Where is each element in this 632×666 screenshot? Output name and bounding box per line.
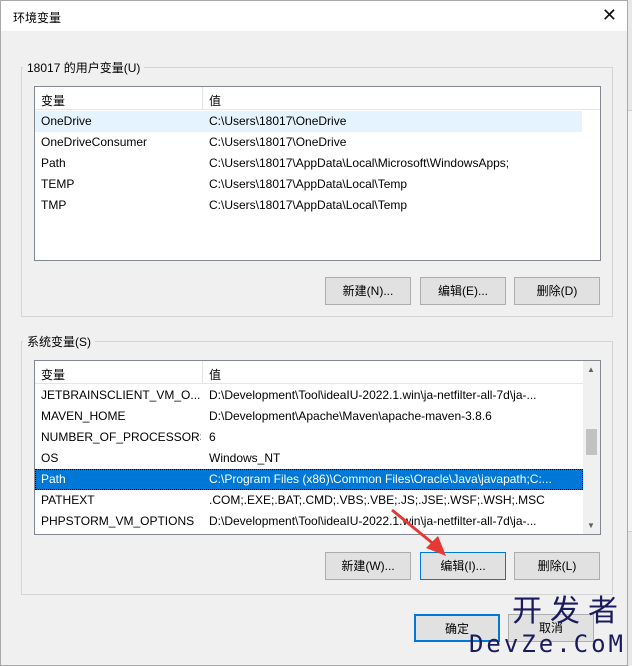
variable-name: JETBRAINSCLIENT_VM_O... bbox=[41, 388, 201, 402]
user-new-button[interactable]: 新建(N)... bbox=[325, 277, 411, 305]
system-edit-button[interactable]: 编辑(I)... bbox=[420, 552, 506, 580]
system-variables-legend: 系统变量(S) bbox=[23, 333, 95, 350]
variable-name: Path bbox=[41, 156, 66, 170]
table-row[interactable]: Path C:\Users\18017\AppData\Local\Micros… bbox=[35, 153, 582, 174]
column-header-name[interactable]: 变量 bbox=[41, 366, 65, 383]
variable-name: OneDrive bbox=[41, 114, 92, 128]
table-row[interactable]: TEMP C:\Users\18017\AppData\Local\Temp bbox=[35, 174, 582, 195]
system-new-button[interactable]: 新建(W)... bbox=[325, 552, 411, 580]
column-header-name[interactable]: 变量 bbox=[41, 92, 65, 109]
scrollbar-thumb[interactable] bbox=[586, 429, 597, 455]
user-edit-button[interactable]: 编辑(E)... bbox=[420, 277, 506, 305]
system-delete-button[interactable]: 删除(L) bbox=[514, 552, 600, 580]
system-variables-list[interactable]: 变量 值 JETBRAINSCLIENT_VM_O... D:\Developm… bbox=[34, 360, 601, 535]
user-list-header: 变量 值 bbox=[35, 87, 600, 110]
watermark-latin: DevZe.CoM bbox=[468, 630, 626, 658]
variable-name: MAVEN_HOME bbox=[41, 409, 126, 423]
title-bar: 环境变量 ✕ bbox=[1, 1, 627, 31]
variable-value: C:\Users\18017\OneDrive bbox=[209, 135, 347, 149]
watermark-chinese: 开发者 bbox=[512, 594, 626, 629]
variable-name: NUMBER_OF_PROCESSORS bbox=[41, 430, 201, 444]
table-row[interactable]: MAVEN_HOME D:\Development\Apache\Maven\a… bbox=[35, 406, 583, 427]
variable-value: C:\Users\18017\AppData\Local\Microsoft\W… bbox=[209, 156, 510, 170]
variable-value: C:\Program Files (x86)\Common Files\Orac… bbox=[209, 472, 552, 486]
table-row[interactable]: TMP C:\Users\18017\AppData\Local\Temp bbox=[35, 195, 582, 216]
variable-name: OS bbox=[41, 451, 59, 465]
scroll-down-icon[interactable]: ▼ bbox=[587, 521, 595, 530]
column-header-value[interactable]: 值 bbox=[209, 366, 221, 383]
vertical-scrollbar[interactable]: ▲ ▼ bbox=[583, 361, 600, 534]
variable-value: C:\Users\18017\AppData\Local\Temp bbox=[209, 198, 408, 212]
site-watermark: 开发者 DevZe.CoM bbox=[469, 586, 626, 658]
table-row[interactable]: OS Windows_NT bbox=[35, 448, 583, 469]
table-row[interactable]: PHPSTORM_VM_OPTIONS D:\Development\Tool\… bbox=[35, 511, 583, 532]
variable-value: D:\Development\Apache\Maven\apache-maven… bbox=[209, 409, 492, 423]
variable-name: PHPSTORM_VM_OPTIONS bbox=[41, 514, 195, 528]
variable-name: Path bbox=[41, 472, 66, 486]
table-row[interactable]: OneDrive C:\Users\18017\OneDrive bbox=[35, 111, 582, 132]
scroll-up-icon[interactable]: ▲ bbox=[587, 365, 595, 374]
column-separator[interactable] bbox=[202, 87, 203, 109]
variable-name: OneDriveConsumer bbox=[41, 135, 148, 149]
table-row-selected[interactable]: Path C:\Program Files (x86)\Common Files… bbox=[35, 469, 583, 490]
variable-value: D:\Development\Tool\ideaIU-2022.1.win\ja… bbox=[209, 514, 537, 528]
variable-value: 6 bbox=[209, 430, 216, 444]
variable-name: TEMP bbox=[41, 177, 75, 191]
environment-variables-dialog: 环境变量 ✕ 18017 的用户变量(U) 变量 值 OneDrive C:\U… bbox=[0, 0, 628, 666]
variable-value: C:\Users\18017\OneDrive bbox=[209, 114, 347, 128]
table-row[interactable]: NUMBER_OF_PROCESSORS 6 bbox=[35, 427, 583, 448]
user-variables-list[interactable]: 变量 值 OneDrive C:\Users\18017\OneDrive On… bbox=[34, 86, 601, 261]
column-header-value[interactable]: 值 bbox=[209, 92, 221, 109]
table-row[interactable]: JETBRAINSCLIENT_VM_O... D:\Development\T… bbox=[35, 385, 583, 406]
table-row[interactable]: PATHEXT .COM;.EXE;.BAT;.CMD;.VBS;.VBE;.J… bbox=[35, 490, 583, 511]
variable-name: PATHEXT bbox=[41, 493, 95, 507]
system-list-header: 变量 值 bbox=[35, 361, 600, 384]
table-row[interactable]: OneDriveConsumer C:\Users\18017\OneDrive bbox=[35, 132, 582, 153]
column-separator[interactable] bbox=[202, 361, 203, 383]
close-icon[interactable]: ✕ bbox=[602, 5, 617, 25]
variable-name: TMP bbox=[41, 198, 67, 212]
variable-value: C:\Users\18017\AppData\Local\Temp bbox=[209, 177, 408, 191]
variable-value: Windows_NT bbox=[209, 451, 281, 465]
user-delete-button[interactable]: 删除(D) bbox=[514, 277, 600, 305]
user-variables-legend: 18017 的用户变量(U) bbox=[23, 59, 145, 76]
window-title: 环境变量 bbox=[13, 11, 62, 25]
variable-value: D:\Development\Tool\ideaIU-2022.1.win\ja… bbox=[209, 388, 537, 402]
variable-value: .COM;.EXE;.BAT;.CMD;.VBS;.VBE;.JS;.JSE;.… bbox=[209, 493, 545, 507]
